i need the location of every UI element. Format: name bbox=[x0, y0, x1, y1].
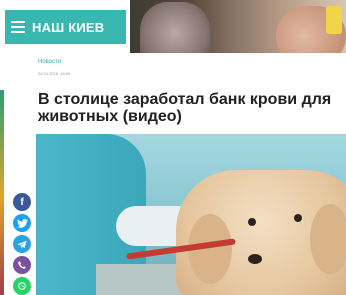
telegram-icon[interactable] bbox=[13, 235, 31, 253]
twitter-icon[interactable] bbox=[13, 214, 31, 232]
article-date: 26.04.2018, 18:09 bbox=[38, 71, 71, 76]
dog-nose bbox=[248, 254, 262, 264]
dog-eye bbox=[294, 214, 302, 222]
dog-eye bbox=[248, 218, 256, 226]
share-buttons: f bbox=[13, 193, 31, 295]
article-title: В столице заработал банк крови для живот… bbox=[38, 91, 332, 125]
site-logo[interactable]: НАШ КИЕВ bbox=[32, 20, 104, 35]
hamburger-menu-icon[interactable] bbox=[11, 21, 25, 33]
facebook-icon[interactable]: f bbox=[13, 193, 31, 211]
dog-ear bbox=[310, 204, 346, 274]
site-header: НАШ КИЕВ bbox=[5, 10, 126, 44]
viber-icon[interactable] bbox=[13, 256, 31, 274]
bracelet-figure bbox=[326, 6, 342, 34]
whatsapp-icon[interactable] bbox=[13, 277, 31, 295]
breadcrumb-news[interactable]: Новости bbox=[38, 59, 61, 65]
article-hero-image[interactable] bbox=[36, 134, 346, 295]
